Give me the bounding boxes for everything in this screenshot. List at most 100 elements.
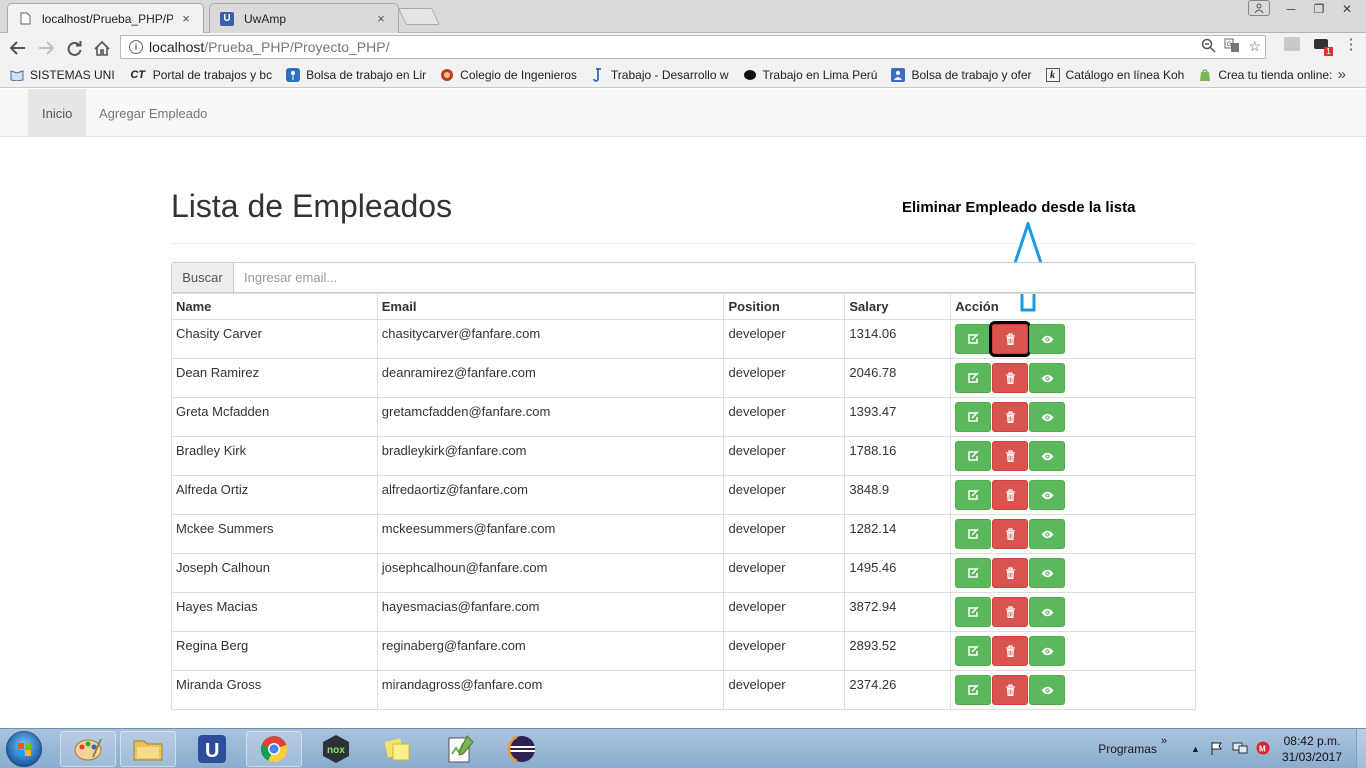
home-icon[interactable] [88, 34, 116, 62]
edit-employee-button[interactable] [955, 558, 992, 588]
bookmark-item[interactable]: Bolsa de trabajo y ofer [891, 68, 1032, 82]
nav-item-inicio[interactable]: Inicio [28, 89, 87, 137]
edit-employee-button[interactable] [955, 636, 992, 666]
close-tab-icon[interactable]: × [374, 11, 388, 26]
nox-icon[interactable]: nox [308, 731, 364, 767]
view-employee-button[interactable] [1029, 441, 1066, 471]
nav-item-agregar-empleado[interactable]: Agregar Empleado [85, 89, 221, 137]
bookmark-item[interactable]: Trabajo en Lima Perú [743, 68, 878, 82]
trash-icon [1005, 605, 1016, 619]
clock[interactable]: 08:42 p.m. 31/03/2017 [1282, 733, 1342, 765]
delete-employee-button[interactable] [992, 519, 1029, 549]
mega-icon[interactable]: M [1256, 741, 1270, 758]
action-center-flag-icon[interactable] [1210, 741, 1224, 758]
bookmark-item[interactable]: k Catálogo en línea Koh [1045, 68, 1184, 82]
new-tab-button[interactable] [398, 8, 440, 25]
chrome-icon[interactable] [246, 731, 302, 767]
bookmark-star-icon[interactable]: ☆ [1248, 38, 1261, 56]
edit-employee-button[interactable] [955, 519, 992, 549]
system-tray: Programas » ▲ M 08:42 p.m. 31/03/2017 [1098, 729, 1356, 768]
delete-employee-button[interactable] [992, 402, 1029, 432]
edit-employee-button[interactable] [955, 480, 992, 510]
edit-employee-button[interactable] [955, 402, 992, 432]
bookmark-label: SISTEMAS UNI [30, 68, 115, 82]
employees-table-body: Chasity Carver chasitycarver@fanfare.com d… [171, 319, 1196, 710]
network-icon[interactable] [1232, 741, 1248, 758]
tab-uwamp[interactable]: U UwAmp × [209, 3, 399, 33]
notepad-plus-icon[interactable] [432, 731, 488, 767]
view-employee-button[interactable] [1029, 558, 1066, 588]
explorer-icon[interactable] [120, 731, 176, 767]
eye-icon [1041, 686, 1054, 695]
more-bookmarks-icon[interactable]: » [1338, 66, 1346, 83]
table-row: Chasity Carver chasitycarver@fanfare.com d… [171, 319, 1196, 359]
bookmark-label: Trabajo en Lima Perú [762, 68, 878, 82]
view-employee-button[interactable] [1029, 597, 1066, 627]
bookmark-item[interactable]: SISTEMAS UNI [10, 68, 115, 82]
bookmark-item[interactable]: CT Portal de trabajos y bc [129, 68, 272, 82]
menu-icon[interactable]: ⋮ [1342, 35, 1360, 53]
bookmark-item[interactable]: Crea tu tienda online: [1198, 68, 1332, 82]
employee-position: developer [723, 670, 846, 710]
close-window-icon[interactable]: ✕ [1334, 0, 1360, 18]
bookmark-item[interactable]: Colegio de Ingenieros [440, 68, 577, 82]
shopify-icon [1198, 68, 1212, 82]
forward-icon[interactable] [32, 34, 60, 62]
back-icon[interactable] [4, 34, 32, 62]
start-button[interactable] [6, 731, 42, 767]
edit-employee-button[interactable] [955, 675, 992, 705]
delete-employee-button[interactable] [992, 597, 1029, 627]
employee-salary: 3848.9 [844, 475, 952, 515]
notification-extension-icon[interactable]: 1 [1312, 35, 1333, 56]
tab-localhost[interactable]: localhost/Prueba_PHP/P × [7, 3, 204, 33]
info-icon[interactable]: i [129, 40, 143, 54]
bookmark-item[interactable]: Bolsa de trabajo en Lir [286, 68, 426, 82]
paint-icon[interactable] [60, 731, 116, 767]
chevron-double-right-icon[interactable]: » [1161, 735, 1167, 747]
show-desktop-button[interactable] [1356, 729, 1366, 768]
uwamp-icon[interactable]: U [184, 731, 240, 767]
sticky-notes-icon[interactable] [370, 731, 426, 767]
delete-employee-button[interactable] [992, 363, 1029, 393]
row-actions [950, 631, 1196, 671]
view-employee-button[interactable] [1029, 402, 1066, 432]
edit-icon [967, 684, 979, 696]
bookmark-label: Bolsa de trabajo en Lir [306, 68, 427, 82]
employee-name: Joseph Calhoun [171, 553, 378, 593]
delete-employee-button[interactable] [992, 558, 1029, 588]
edit-employee-button[interactable] [955, 441, 992, 471]
edit-employee-button[interactable] [955, 324, 992, 354]
extensions-area: 1 ⋮ [1284, 35, 1360, 56]
view-employee-button[interactable] [1029, 519, 1066, 549]
restore-icon[interactable]: ❐ [1306, 0, 1332, 18]
email-search-input[interactable] [234, 263, 1195, 292]
delete-employee-button[interactable] [989, 321, 1032, 357]
delete-employee-button[interactable] [992, 441, 1029, 471]
programs-toolbar-label[interactable]: Programas [1098, 742, 1157, 756]
profile-icon[interactable] [1248, 0, 1270, 16]
zoom-icon[interactable] [1201, 38, 1216, 56]
view-employee-button[interactable] [1029, 636, 1066, 666]
bookmark-item[interactable]: Trabajo - Desarrollo w [591, 68, 729, 82]
extension-icon[interactable] [1284, 37, 1300, 51]
eclipse-icon[interactable] [494, 731, 550, 767]
edit-employee-button[interactable] [955, 363, 992, 393]
delete-employee-button[interactable] [992, 480, 1029, 510]
table-row: Mckee Summers mckeesummers@fanfare.com dev… [171, 514, 1196, 554]
view-employee-button[interactable] [1029, 675, 1066, 705]
view-employee-button[interactable] [1029, 324, 1066, 354]
reload-icon[interactable] [60, 34, 88, 62]
view-employee-button[interactable] [1029, 480, 1066, 510]
employee-email: reginaberg@fanfare.com [376, 631, 725, 671]
view-employee-button[interactable] [1029, 363, 1066, 393]
minimize-icon[interactable]: ─ [1278, 0, 1304, 18]
show-hidden-icons-icon[interactable]: ▲ [1191, 744, 1200, 754]
edit-employee-button[interactable] [955, 597, 992, 627]
trash-icon [1005, 449, 1016, 463]
delete-employee-button[interactable] [992, 675, 1029, 705]
translate-icon[interactable]: G [1224, 38, 1240, 56]
close-tab-icon[interactable]: × [179, 11, 193, 26]
address-bar[interactable]: i localhost/Prueba_PHP/Proyecto_PHP/ G ☆ [120, 35, 1266, 59]
tab-title: UwAmp [244, 11, 287, 26]
delete-employee-button[interactable] [992, 636, 1029, 666]
